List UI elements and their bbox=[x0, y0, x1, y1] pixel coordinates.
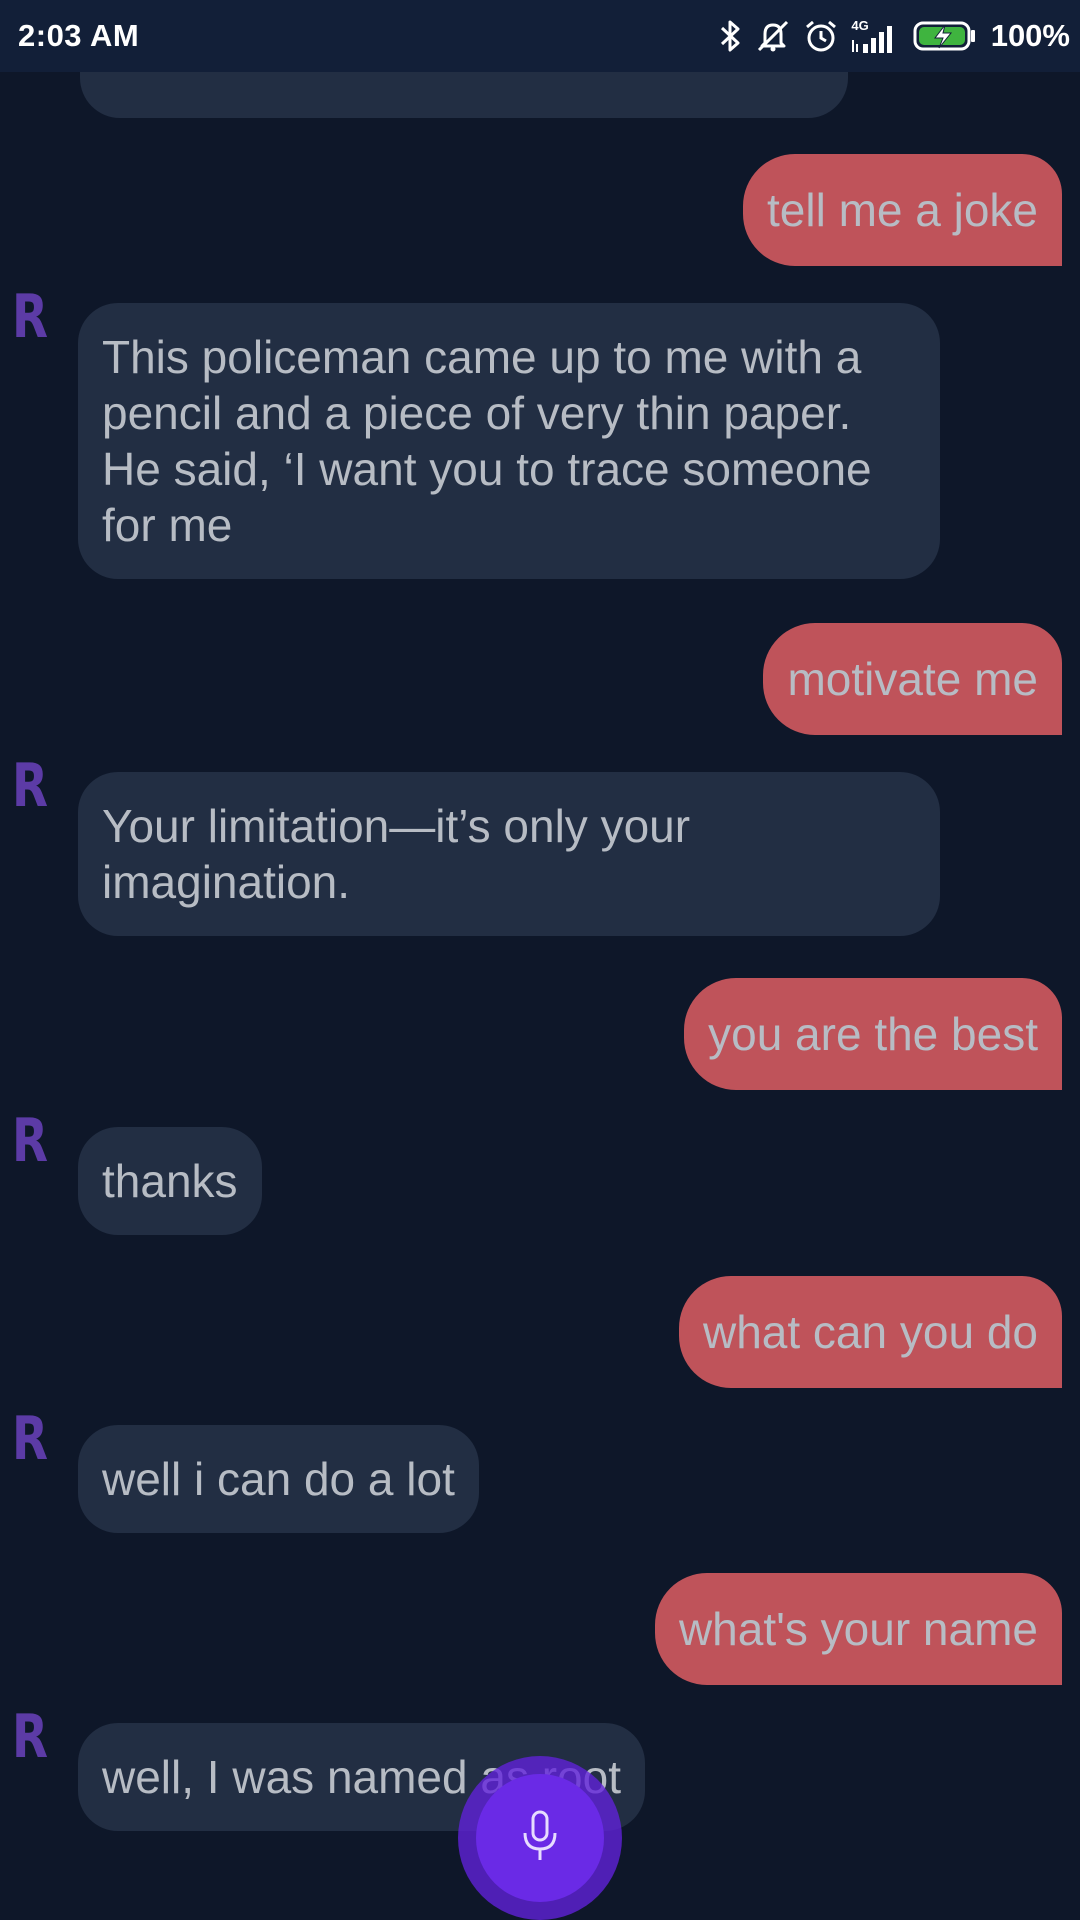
message-line: for me bbox=[102, 499, 233, 551]
user-message: tell me a joke bbox=[742, 154, 1062, 266]
message-line: Your limitation—it’s only your bbox=[102, 800, 691, 852]
voice-input-button[interactable] bbox=[458, 1756, 622, 1920]
bot-avatar: R bbox=[12, 282, 49, 352]
user-message: motivate me bbox=[763, 623, 1062, 735]
message-line: He said, ‘I want you to trace someone bbox=[102, 443, 872, 495]
microphone-icon bbox=[520, 1809, 560, 1868]
message-text: what's your name bbox=[678, 1603, 1038, 1655]
message-text: thanks bbox=[102, 1155, 238, 1207]
status-icons: 4G 100% bbox=[719, 18, 1070, 54]
message-text: well i can do a lot bbox=[102, 1453, 455, 1505]
bot-message: thanks bbox=[78, 1127, 262, 1235]
chat-transcript[interactable]: tell me a joke R This policeman came up … bbox=[0, 72, 1080, 1920]
user-message: what can you do bbox=[678, 1276, 1062, 1388]
message-text: motivate me bbox=[787, 653, 1038, 705]
battery-charging-icon bbox=[913, 20, 977, 52]
silent-bell-icon bbox=[755, 19, 791, 53]
message-text: what can you do bbox=[702, 1306, 1038, 1358]
battery-percentage: 100% bbox=[990, 18, 1070, 53]
message-line: This policeman came up to me with a bbox=[102, 331, 862, 383]
alarm-icon bbox=[803, 19, 839, 53]
bot-message: Your limitation—it’s only your imaginati… bbox=[78, 772, 940, 936]
bot-message: well i can do a lot bbox=[78, 1425, 479, 1533]
user-message: what's your name bbox=[654, 1573, 1062, 1685]
previous-bot-bubble bbox=[80, 72, 848, 118]
message-text: tell me a joke bbox=[766, 184, 1038, 236]
bot-avatar: R bbox=[12, 1106, 49, 1176]
bot-avatar: R bbox=[12, 1404, 49, 1474]
user-message: you are the best bbox=[684, 978, 1062, 1090]
message-text: you are the best bbox=[708, 1008, 1038, 1060]
status-bar: 2:03 AM 4G 100% bbox=[0, 0, 1080, 72]
bluetooth-icon bbox=[719, 19, 743, 53]
bot-avatar: R bbox=[12, 751, 49, 821]
signal-icon: 4G bbox=[851, 19, 900, 54]
message-line: imagination. bbox=[102, 856, 351, 908]
status-time: 2:03 AM bbox=[18, 18, 140, 53]
message-line: pencil and a piece of very thin paper. bbox=[102, 387, 852, 439]
bot-message: This policeman came up to me with a penc… bbox=[78, 303, 940, 579]
voice-input-button-core[interactable] bbox=[476, 1774, 604, 1902]
bot-avatar: R bbox=[12, 1702, 49, 1772]
